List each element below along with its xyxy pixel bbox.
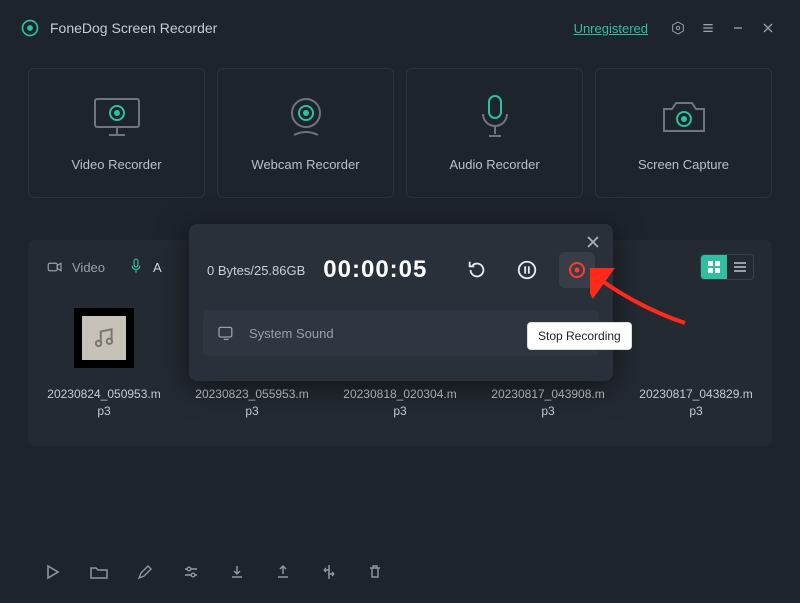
bottom-toolbar bbox=[28, 549, 772, 589]
view-toggle bbox=[700, 254, 754, 280]
audio-thumb bbox=[74, 308, 134, 368]
recording-name: 20230817_043908.mp3 bbox=[488, 386, 608, 420]
recording-popup: 0 Bytes/25.86GB 00:00:05 System Sound bbox=[189, 224, 613, 381]
mode-video-label: Video Recorder bbox=[71, 157, 161, 172]
recording-name: 20230817_043829.mp3 bbox=[636, 386, 756, 420]
mode-webcam-recorder[interactable]: Webcam Recorder bbox=[217, 68, 394, 198]
video-camera-icon bbox=[46, 258, 64, 276]
recording-timer: 00:00:05 bbox=[323, 256, 427, 284]
recording-item[interactable]: 20230824_050953.mp3 bbox=[44, 308, 164, 420]
export-button[interactable] bbox=[272, 561, 294, 583]
tab-audio[interactable]: A bbox=[127, 258, 162, 276]
import-button[interactable] bbox=[226, 561, 248, 583]
mode-screen-label: Screen Capture bbox=[638, 157, 729, 172]
stop-recording-tooltip: Stop Recording bbox=[527, 322, 632, 350]
mode-webcam-label: Webcam Recorder bbox=[251, 157, 359, 172]
recording-name: 20230818_020304.mp3 bbox=[340, 386, 460, 420]
unregistered-link[interactable]: Unregistered bbox=[574, 21, 648, 36]
minimize-button[interactable] bbox=[726, 16, 750, 40]
sliders-button[interactable] bbox=[180, 561, 202, 583]
popup-close-button[interactable] bbox=[583, 232, 603, 252]
stop-recording-button[interactable] bbox=[559, 252, 595, 288]
mode-cards-row: Video Recorder Webcam Recorder Audio Rec… bbox=[0, 52, 800, 198]
recording-name: 20230823_055953.mp3 bbox=[192, 386, 312, 420]
tab-video-label: Video bbox=[72, 260, 105, 275]
webcam-icon bbox=[282, 95, 330, 139]
mode-audio-recorder[interactable]: Audio Recorder bbox=[406, 68, 583, 198]
pause-button[interactable] bbox=[509, 252, 545, 288]
convert-button[interactable] bbox=[318, 561, 340, 583]
camera-icon bbox=[658, 95, 710, 139]
app-logo bbox=[20, 18, 40, 38]
mode-video-recorder[interactable]: Video Recorder bbox=[28, 68, 205, 198]
monitor-record-icon bbox=[89, 95, 145, 139]
titlebar: FoneDog Screen Recorder Unregistered bbox=[0, 0, 800, 52]
recording-size-status: 0 Bytes/25.86GB bbox=[207, 263, 305, 278]
tab-video[interactable]: Video bbox=[46, 258, 105, 276]
close-button[interactable] bbox=[756, 16, 780, 40]
edit-button[interactable] bbox=[134, 561, 156, 583]
audio-source-label: System Sound bbox=[249, 326, 334, 341]
mode-audio-label: Audio Recorder bbox=[449, 157, 539, 172]
view-list-button[interactable] bbox=[727, 255, 753, 279]
delete-button[interactable] bbox=[364, 561, 386, 583]
open-folder-button[interactable] bbox=[88, 561, 110, 583]
microphone-icon bbox=[475, 95, 515, 139]
tab-audio-label: A bbox=[153, 260, 162, 275]
menu-button[interactable] bbox=[696, 16, 720, 40]
speaker-icon bbox=[217, 325, 237, 341]
recording-item[interactable]: 20230817_043829.mp3 bbox=[636, 308, 756, 420]
app-title: FoneDog Screen Recorder bbox=[50, 20, 217, 36]
play-button[interactable] bbox=[42, 561, 64, 583]
mode-screen-capture[interactable]: Screen Capture bbox=[595, 68, 772, 198]
microphone-small-icon bbox=[127, 258, 145, 276]
restart-button[interactable] bbox=[459, 252, 495, 288]
settings-button[interactable] bbox=[666, 16, 690, 40]
recording-name: 20230824_050953.mp3 bbox=[44, 386, 164, 420]
view-grid-button[interactable] bbox=[701, 255, 727, 279]
